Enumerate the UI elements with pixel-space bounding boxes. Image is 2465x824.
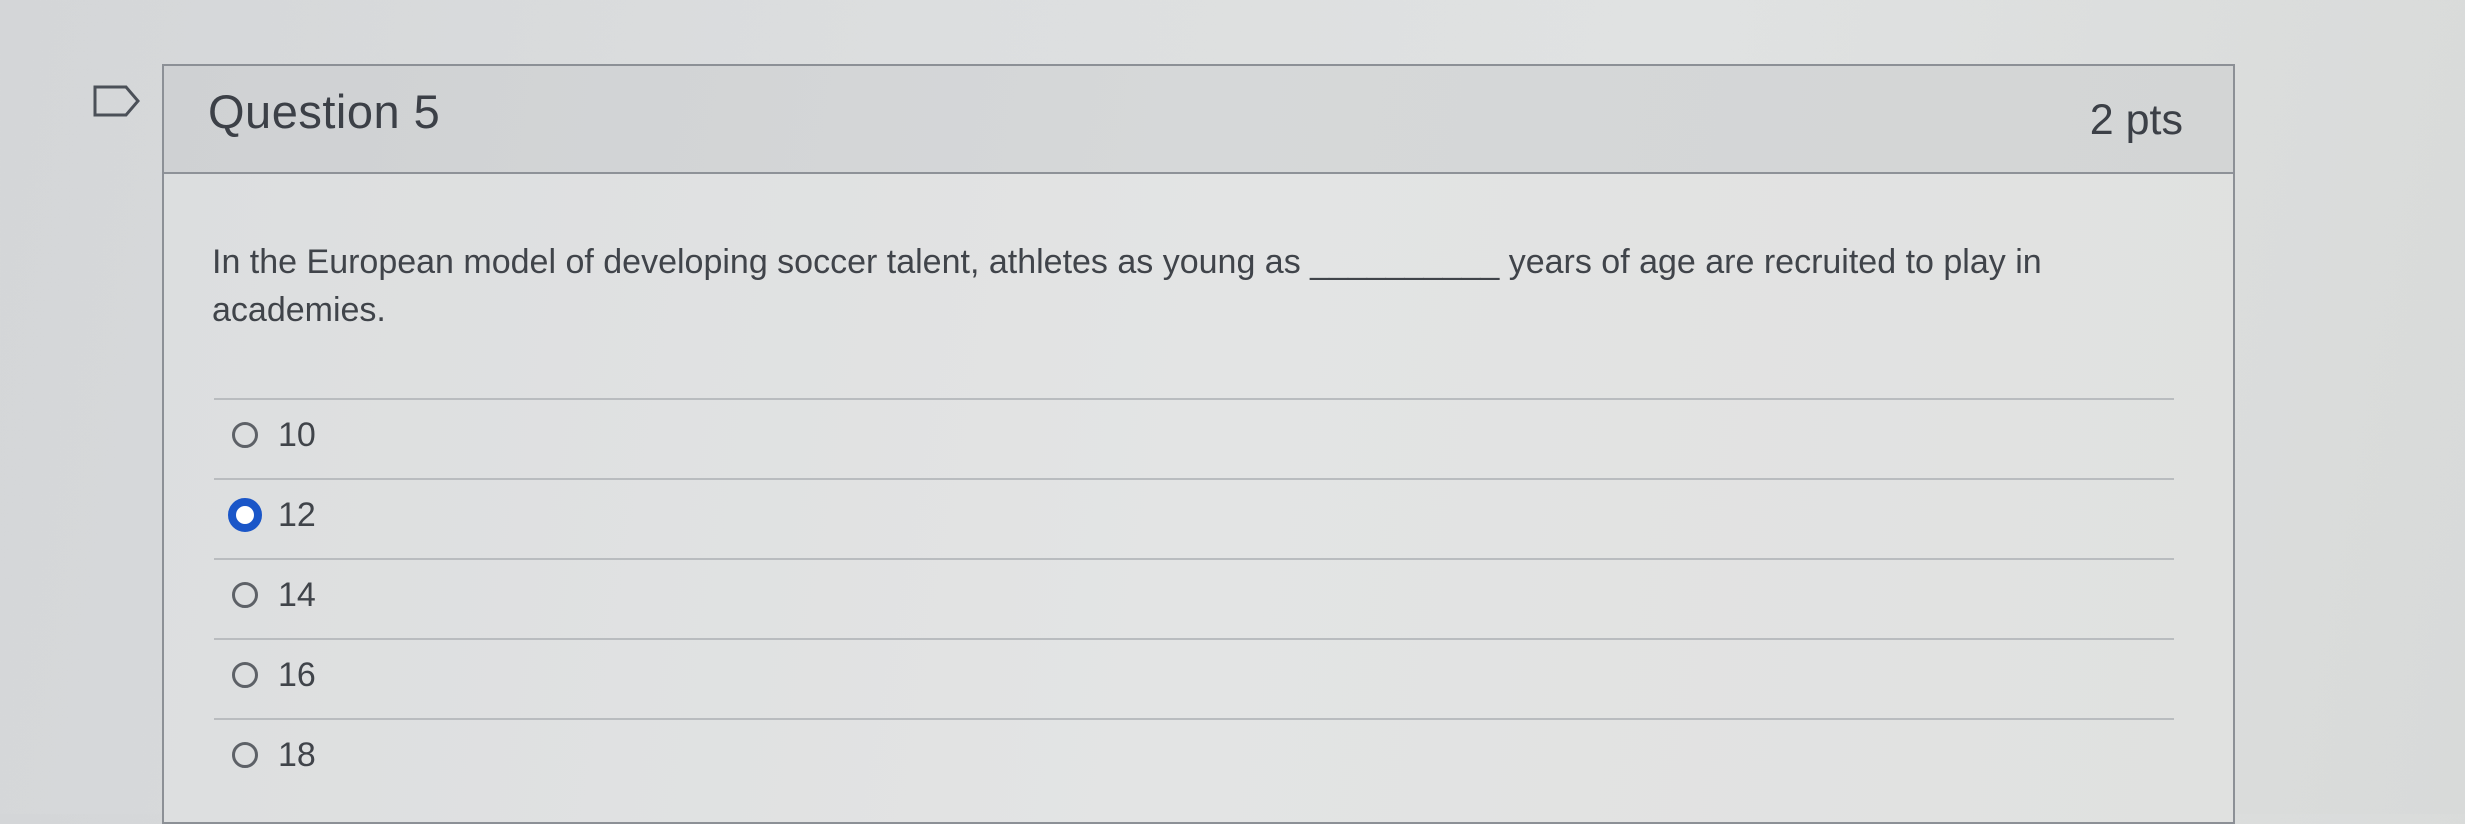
answer-option[interactable]: 18 bbox=[214, 718, 2174, 798]
answer-label[interactable]: 12 bbox=[278, 496, 316, 535]
answer-option[interactable]: 10 bbox=[214, 398, 2174, 478]
radio-button-icon[interactable] bbox=[232, 662, 258, 688]
radio-button-icon[interactable] bbox=[232, 582, 258, 608]
radio-button-icon[interactable] bbox=[232, 742, 258, 768]
question-header: Question 5 2 pts bbox=[164, 66, 2233, 174]
question-points: 2 pts bbox=[2089, 96, 2183, 144]
answer-option[interactable]: 16 bbox=[214, 638, 2174, 718]
question-title: Question 5 bbox=[208, 85, 441, 138]
radio-button-icon[interactable] bbox=[232, 422, 258, 448]
answer-label[interactable]: 18 bbox=[278, 736, 316, 775]
answer-list: 10 12 14 16 18 bbox=[214, 398, 2174, 798]
question-text: In the European model of developing socc… bbox=[212, 243, 2042, 329]
answer-option[interactable]: 12 bbox=[214, 478, 2174, 558]
answer-option[interactable]: 14 bbox=[214, 558, 2174, 638]
flag-question-icon[interactable] bbox=[92, 84, 142, 118]
answer-label[interactable]: 10 bbox=[278, 416, 316, 455]
radio-button-selected-icon[interactable] bbox=[228, 498, 262, 532]
answer-label[interactable]: 16 bbox=[278, 656, 316, 695]
answer-label[interactable]: 14 bbox=[278, 576, 316, 615]
question-card: Question 5 2 pts In the European model o… bbox=[162, 64, 2235, 824]
